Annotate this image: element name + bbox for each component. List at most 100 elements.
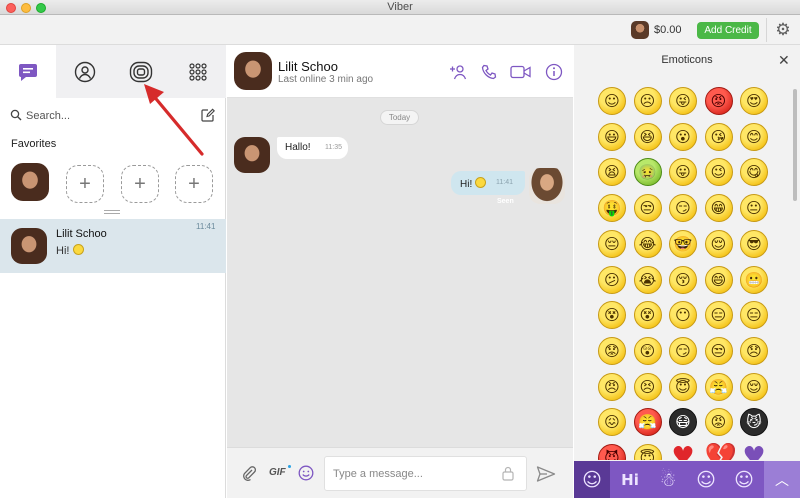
emoticon-icon[interactable]: 😮	[669, 122, 697, 151]
emoticon-icon[interactable]: 😉	[704, 158, 733, 187]
emoticon-icon[interactable]: ☺	[598, 87, 626, 115]
emoticon-icon[interactable]: 😏	[669, 336, 697, 365]
emoticon-icon[interactable]: 😌	[740, 372, 768, 401]
contact-avatar[interactable]	[234, 52, 272, 90]
info-icon[interactable]	[545, 63, 563, 81]
emoticon-icon[interactable]: 😷	[669, 408, 697, 437]
emoticon-icon[interactable]: 😍	[740, 87, 768, 115]
emoticon-icon[interactable]: 😋	[740, 158, 768, 187]
emoticons-title: Emoticons	[661, 54, 713, 66]
emoticon-icon[interactable]: 😁	[704, 194, 733, 223]
emoticon-icon[interactable]: 😃	[598, 122, 626, 151]
add-favorite-button[interactable]: +	[175, 165, 213, 203]
emoticons-tab[interactable]: ☺	[574, 461, 610, 498]
emoticon-icon[interactable]: 😠	[598, 372, 626, 401]
chat-bubble-icon	[19, 63, 37, 81]
favorites-label: Favorites	[11, 138, 57, 150]
emoticon-icon[interactable]: 😞	[740, 336, 768, 365]
emoticon-icon[interactable]: ☹	[633, 87, 662, 115]
emoticon-icon[interactable]: 🤓	[669, 229, 697, 258]
emoticon-icon[interactable]: 😑	[704, 301, 733, 330]
emoticon-icon[interactable]: 😟	[598, 336, 626, 365]
emoticon-icon[interactable]: 😑	[740, 301, 768, 330]
add-participant-icon[interactable]	[449, 63, 467, 81]
gif-button[interactable]: GIF	[269, 467, 286, 478]
emoticon-icon[interactable]: 😵	[633, 301, 662, 330]
emoticon-icon[interactable]: 😇	[669, 372, 697, 401]
my-avatar	[529, 168, 565, 204]
message-composer: GIF	[227, 447, 573, 498]
sticker-tabs: ☺ Hi ☃ ☺ ☺ ︿	[574, 461, 800, 498]
chat-list-item[interactable]: Lilit Schoo Hi! 11:41	[0, 219, 226, 273]
emoticon-icon[interactable]: 😵	[598, 301, 626, 330]
emoticon-icon[interactable]: 😡	[704, 87, 733, 115]
nav-contacts-tab[interactable]	[57, 45, 113, 98]
emoticon-icon[interactable]: 💔	[705, 444, 737, 460]
sticker-pack-tab[interactable]: ☺	[688, 461, 724, 498]
emoji-smile-icon[interactable]	[298, 465, 314, 481]
emoticon-icon[interactable]: 🤑	[598, 194, 626, 223]
emoticon-icon[interactable]: 😎	[740, 229, 768, 258]
emoticon-icon[interactable]: 😼	[740, 408, 768, 437]
date-separator: Today	[380, 110, 419, 125]
gif-new-indicator	[288, 465, 291, 468]
contact-name[interactable]: Lilit Schoo	[278, 59, 338, 74]
emoticon-icon[interactable]: 🤢	[633, 158, 662, 187]
emoticon-icon[interactable]: 😒	[704, 336, 733, 365]
emoticon-icon[interactable]: ♥	[669, 444, 697, 460]
emoticon-icon[interactable]: 😜	[669, 87, 697, 115]
incoming-message[interactable]: Hallo! 11:35	[277, 137, 348, 159]
emoticon-icon[interactable]: ♥	[740, 444, 768, 460]
emoticon-icon[interactable]: 😊	[740, 122, 768, 151]
emoticon-icon[interactable]: 😔	[598, 229, 626, 258]
emoticon-icon[interactable]: 😂	[633, 229, 662, 258]
emoticon-icon[interactable]: 😤	[704, 372, 733, 401]
outgoing-message[interactable]: Hi! 11:41	[451, 171, 525, 195]
emoticon-icon[interactable]: 😚	[669, 265, 697, 294]
emoticon-icon[interactable]: 😣	[633, 372, 662, 401]
emoticon-icon[interactable]: 😆	[633, 122, 662, 151]
emoticon-icon[interactable]: 😤	[633, 408, 662, 437]
account-avatar[interactable]	[631, 21, 649, 39]
emoticon-icon[interactable]: 😲	[633, 336, 662, 365]
favorites-resize-handle[interactable]	[104, 210, 120, 214]
emoticon-icon[interactable]: 😡	[704, 408, 733, 437]
emoticons-scrollbar[interactable]	[793, 89, 797, 201]
emoticon-icon[interactable]: 😄	[704, 265, 733, 294]
emoticon-icon[interactable]: 😶	[669, 301, 697, 330]
add-credit-button[interactable]: Add Credit	[697, 22, 759, 39]
nav-chats-tab[interactable]	[0, 45, 56, 98]
emoticon-icon[interactable]: 😌	[704, 229, 733, 258]
lock-icon[interactable]	[501, 465, 515, 481]
attachment-icon[interactable]	[241, 465, 257, 481]
emoticon-icon[interactable]: 😕	[598, 265, 626, 294]
settings-gear-icon[interactable]: ⚙	[774, 21, 792, 39]
emoticon-icon[interactable]: 😒	[633, 194, 662, 223]
emoticon-icon[interactable]: 😈	[598, 444, 626, 460]
send-icon[interactable]	[536, 465, 556, 483]
sticker-pack-tab[interactable]: ☃	[650, 461, 686, 498]
emoticon-icon[interactable]: 😏	[669, 194, 697, 223]
emoticon-icon[interactable]: 😛	[669, 158, 697, 187]
sticker-pack-tab[interactable]: Hi	[612, 461, 648, 498]
phone-call-icon[interactable]	[480, 63, 498, 81]
emoticon-icon[interactable]: 😭	[633, 265, 662, 294]
emoticon-icon[interactable]: 😐	[740, 194, 768, 223]
contacts-icon	[74, 61, 96, 82]
message-input[interactable]	[324, 456, 527, 491]
chat-item-preview: Hi!	[56, 244, 84, 257]
video-call-icon[interactable]	[510, 63, 532, 81]
grin-emoji-icon	[475, 177, 487, 188]
sticker-pack-tab[interactable]: ☺	[726, 461, 762, 498]
chevron-up-icon[interactable]: ︿	[764, 461, 800, 498]
close-icon[interactable]: ✕	[778, 53, 790, 67]
sender-avatar[interactable]	[234, 137, 270, 173]
emoticon-icon[interactable]: 😇	[633, 444, 662, 460]
favorite-contact-avatar[interactable]	[11, 163, 49, 201]
add-favorite-button[interactable]: +	[121, 165, 159, 203]
emoticon-icon[interactable]: 😫	[598, 158, 626, 187]
emoticon-icon[interactable]: 😬	[740, 265, 768, 294]
emoticon-icon[interactable]: 😖	[598, 408, 626, 437]
add-favorite-button[interactable]: +	[66, 165, 104, 203]
emoticon-icon[interactable]: 😘	[704, 122, 733, 151]
